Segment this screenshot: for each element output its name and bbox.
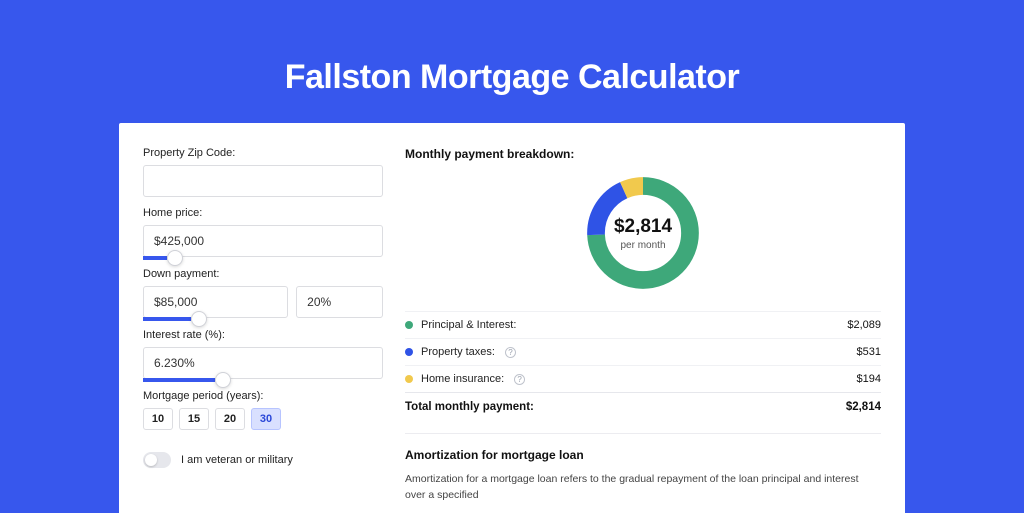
toggle-knob-icon bbox=[145, 454, 157, 466]
veteran-toggle[interactable] bbox=[143, 452, 171, 468]
amortization-body: Amortization for a mortgage loan refers … bbox=[405, 472, 881, 504]
amortization-title: Amortization for mortgage loan bbox=[405, 448, 881, 462]
total-label: Total monthly payment: bbox=[405, 401, 534, 413]
total-value: $2,814 bbox=[846, 401, 881, 413]
swatch-insurance-icon bbox=[405, 375, 413, 383]
period-pills: 10 15 20 30 bbox=[143, 408, 383, 430]
legend-value-taxes: $531 bbox=[857, 346, 881, 358]
total-row: Total monthly payment: $2,814 bbox=[405, 392, 881, 421]
field-interest-rate: Interest rate (%): bbox=[143, 329, 383, 380]
amortization-section: Amortization for mortgage loan Amortizat… bbox=[405, 433, 881, 504]
zip-input[interactable] bbox=[143, 165, 383, 197]
label-interest-rate: Interest rate (%): bbox=[143, 329, 383, 341]
slider-thumb-icon[interactable] bbox=[215, 372, 231, 388]
period-option-10[interactable]: 10 bbox=[143, 408, 173, 430]
label-veteran: I am veteran or military bbox=[181, 454, 293, 466]
info-icon[interactable]: ? bbox=[505, 347, 516, 358]
legend-label-insurance: Home insurance: bbox=[421, 373, 504, 385]
slider-thumb-icon[interactable] bbox=[191, 311, 207, 327]
down-payment-percent-input[interactable] bbox=[296, 286, 383, 318]
donut-center-value: $2,814 bbox=[614, 216, 672, 238]
donut-center: $2,814 per month bbox=[581, 171, 705, 295]
label-zip: Property Zip Code: bbox=[143, 147, 383, 159]
period-option-30[interactable]: 30 bbox=[251, 408, 281, 430]
label-period: Mortgage period (years): bbox=[143, 390, 383, 402]
interest-rate-input[interactable] bbox=[143, 347, 383, 379]
interest-rate-slider[interactable] bbox=[143, 378, 383, 380]
period-option-15[interactable]: 15 bbox=[179, 408, 209, 430]
breakdown-title: Monthly payment breakdown: bbox=[405, 147, 881, 161]
label-down-payment: Down payment: bbox=[143, 268, 383, 280]
legend-label-principal: Principal & Interest: bbox=[421, 319, 516, 331]
swatch-taxes-icon bbox=[405, 348, 413, 356]
field-veteran: I am veteran or military bbox=[143, 452, 383, 468]
legend-row-taxes: Property taxes: ? $531 bbox=[405, 338, 881, 365]
swatch-principal-icon bbox=[405, 321, 413, 329]
field-down-payment: Down payment: bbox=[143, 268, 383, 319]
donut-chart: $2,814 per month bbox=[581, 171, 705, 295]
field-period: Mortgage period (years): 10 15 20 30 bbox=[143, 390, 383, 430]
down-payment-slider[interactable] bbox=[143, 317, 383, 319]
breakdown-column: Monthly payment breakdown: $2,814 per mo… bbox=[405, 147, 881, 513]
legend-value-principal: $2,089 bbox=[847, 319, 881, 331]
inputs-column: Property Zip Code: Home price: Down paym… bbox=[143, 147, 383, 513]
calculator-card: Property Zip Code: Home price: Down paym… bbox=[119, 123, 905, 513]
legend-row-insurance: Home insurance: ? $194 bbox=[405, 365, 881, 392]
donut-center-sub: per month bbox=[620, 240, 665, 251]
info-icon[interactable]: ? bbox=[514, 374, 525, 385]
legend-label-taxes: Property taxes: bbox=[421, 346, 495, 358]
donut-chart-wrap: $2,814 per month bbox=[405, 171, 881, 295]
slider-thumb-icon[interactable] bbox=[167, 250, 183, 266]
period-option-20[interactable]: 20 bbox=[215, 408, 245, 430]
label-home-price: Home price: bbox=[143, 207, 383, 219]
page-title: Fallston Mortgage Calculator bbox=[0, 0, 1024, 123]
field-home-price: Home price: bbox=[143, 207, 383, 258]
home-price-slider[interactable] bbox=[143, 256, 383, 258]
field-zip: Property Zip Code: bbox=[143, 147, 383, 197]
legend-row-principal: Principal & Interest: $2,089 bbox=[405, 311, 881, 338]
legend-value-insurance: $194 bbox=[857, 373, 881, 385]
down-payment-amount-input[interactable] bbox=[143, 286, 288, 318]
